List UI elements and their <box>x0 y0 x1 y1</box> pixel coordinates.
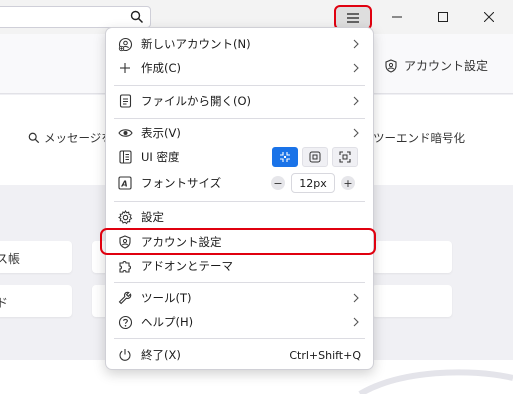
menu-separator <box>114 338 365 339</box>
font-increase-button[interactable]: + <box>341 176 355 190</box>
menu-item-label: 新しいアカウント(N) <box>141 37 251 51</box>
menu-item-label: アドオンとテーマ <box>141 259 233 273</box>
close-icon <box>484 12 494 22</box>
menu-item-label: 終了(X) <box>141 348 181 362</box>
card-label: ス帳 <box>0 252 21 266</box>
account-settings-link[interactable]: アカウント設定 <box>384 57 488 74</box>
gear-icon <box>117 209 133 225</box>
new-account-icon <box>117 36 133 52</box>
card-six[interactable] <box>372 285 452 317</box>
file-icon <box>117 93 133 109</box>
density-compact-button[interactable] <box>272 147 298 167</box>
search-icon <box>130 10 144 24</box>
menu-item-ui-density: UI 密度 <box>106 145 373 169</box>
power-icon <box>117 347 133 363</box>
close-button[interactable] <box>466 0 512 34</box>
menu-item-label: 表示(V) <box>141 126 181 140</box>
menu-item-label: フォントサイズ <box>141 176 222 190</box>
compact-icon <box>280 152 290 162</box>
menu-item-new-account[interactable]: 新しいアカウント(N) <box>106 32 373 56</box>
chevron-right-icon <box>353 63 359 73</box>
density-icon <box>117 149 133 165</box>
quit-shortcut: Ctrl+Shift+Q <box>289 348 361 362</box>
maximize-button[interactable] <box>420 0 466 34</box>
menu-item-label: 作成(C) <box>141 61 182 75</box>
wrench-icon <box>117 290 133 306</box>
chevron-right-icon <box>353 293 359 303</box>
chevron-right-icon <box>353 317 359 327</box>
font-decrease-button[interactable]: − <box>271 176 285 190</box>
maximize-icon <box>438 12 448 22</box>
menu-item-font-size: A フォントサイズ − 12px + <box>106 171 373 195</box>
chevron-right-icon <box>353 96 359 106</box>
menu-item-label: ツール(T) <box>141 291 192 305</box>
help-icon <box>117 314 133 330</box>
highlight-annotation <box>100 228 376 255</box>
search-icon <box>28 132 40 144</box>
card-five[interactable] <box>372 241 452 273</box>
app-menu-panel: 新しいアカウント(N) 作成(C) ファイルから開く(O) 表示(V) UI 密… <box>105 27 374 370</box>
menu-separator <box>114 282 365 283</box>
account-shield-icon <box>385 58 397 73</box>
puzzle-icon <box>117 258 133 274</box>
chevron-right-icon <box>353 39 359 49</box>
menu-item-view[interactable]: 表示(V) <box>106 121 373 145</box>
menu-separator <box>114 85 365 86</box>
normal-density-icon <box>309 151 321 163</box>
menu-icon <box>347 12 359 23</box>
menu-item-quit[interactable]: 終了(X) Ctrl+Shift+Q <box>106 343 373 367</box>
menu-item-tools[interactable]: ツール(T) <box>106 286 373 310</box>
menu-item-label: 設定 <box>141 210 164 224</box>
menu-separator <box>114 201 365 202</box>
minimize-button[interactable] <box>374 0 420 34</box>
search-input[interactable] <box>0 6 151 28</box>
card-label: ド <box>0 296 9 310</box>
e2e-encryption-link[interactable]: ツーエンド暗号化 <box>373 130 465 146</box>
chevron-right-icon <box>353 128 359 138</box>
menu-separator <box>114 118 365 119</box>
density-normal-button[interactable] <box>302 147 328 167</box>
minimize-icon <box>392 16 402 18</box>
menu-item-settings[interactable]: 設定 <box>106 205 373 229</box>
menu-item-addons[interactable]: アドオンとテーマ <box>106 254 373 278</box>
address-book-card[interactable]: ス帳 <box>0 241 72 273</box>
density-touch-button[interactable] <box>332 147 358 167</box>
density-toggle-group <box>272 147 358 167</box>
font-size-icon: A <box>117 175 133 191</box>
menu-item-label: UI 密度 <box>141 150 180 164</box>
eye-icon <box>117 125 133 141</box>
menu-item-label: ファイルから開く(O) <box>141 94 252 108</box>
menu-item-label: ヘルプ(H) <box>141 315 194 329</box>
menu-item-help[interactable]: ヘルプ(H) <box>106 310 373 334</box>
touch-density-icon <box>339 151 351 163</box>
font-size-control: − 12px + <box>271 173 355 193</box>
menu-item-open-file[interactable]: ファイルから開く(O) <box>106 89 373 113</box>
account-settings-label: アカウント設定 <box>404 59 489 73</box>
card-two[interactable]: ド <box>0 285 72 317</box>
svg-text:A: A <box>121 180 128 189</box>
plus-icon <box>117 60 133 76</box>
menu-item-create[interactable]: 作成(C) <box>106 56 373 80</box>
font-size-value[interactable]: 12px <box>291 173 335 193</box>
